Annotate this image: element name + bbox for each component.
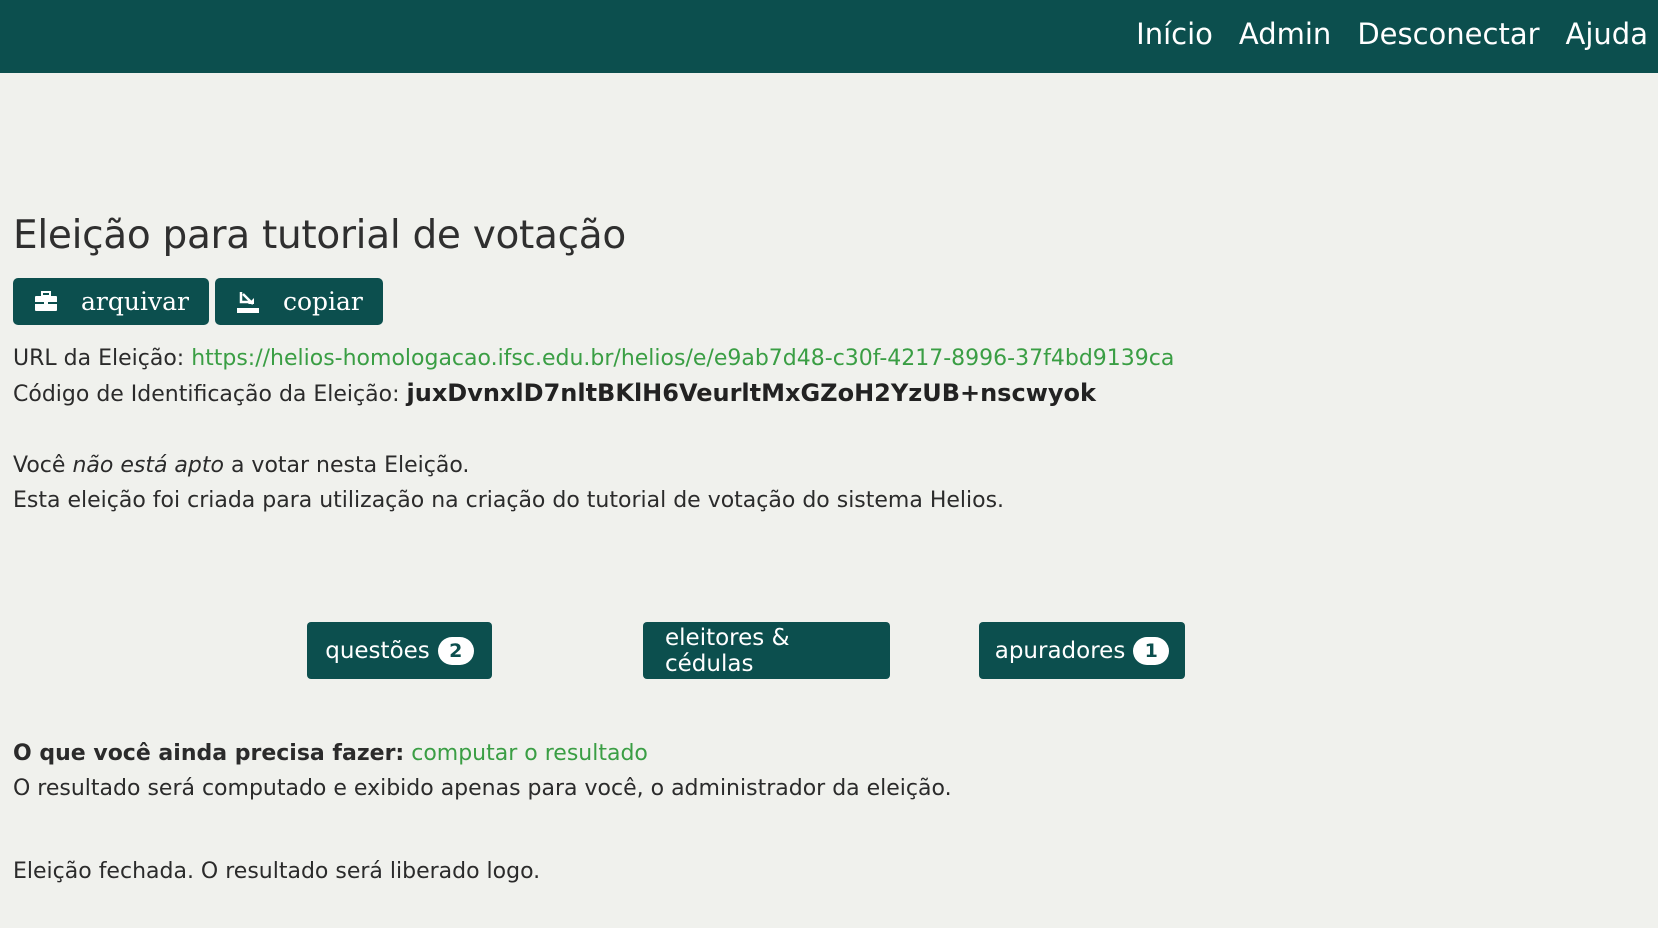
questions-label: questões <box>325 637 430 664</box>
top-navbar: Início Admin Desconectar Ajuda <box>0 0 1658 73</box>
trustees-button[interactable]: apuradores 1 <box>979 622 1185 679</box>
trustees-count-badge: 1 <box>1133 636 1170 665</box>
eligibility-prefix: Você <box>13 453 73 478</box>
todo-note: O resultado será computado e exibido ape… <box>13 776 952 801</box>
briefcase-icon <box>33 289 59 315</box>
todo-label: O que você ainda precisa fazer: <box>13 741 405 766</box>
nav-desconectar[interactable]: Desconectar <box>1357 17 1539 57</box>
election-status: Eleição fechada. O resultado será libera… <box>13 859 541 884</box>
copy-button[interactable]: copiar <box>214 278 383 325</box>
section-buttons: questões 2 eleitores & cédulas apuradore… <box>13 622 1645 680</box>
todo-line: O que você ainda precisa fazer: computar… <box>13 736 1645 771</box>
trustees-label: apuradores <box>994 637 1126 664</box>
election-url-line: URL da Eleição: https://helios-homologac… <box>13 341 1645 376</box>
election-id-code: juxDvnxlD7nltBKlH6VeurltMxGZoH2YzUB+nscw… <box>406 379 1096 407</box>
page-title: Eleição para tutorial de votação <box>13 213 626 258</box>
nav-admin[interactable]: Admin <box>1239 17 1331 57</box>
main-content: Eleição para tutorial de votação arquiva… <box>0 213 1658 889</box>
election-info: Você não está apto a votar nesta Eleição… <box>13 448 1645 518</box>
archive-label: arquivar <box>81 287 189 316</box>
election-description: Esta eleição foi criada para utilização … <box>13 488 1005 513</box>
nav-inicio[interactable]: Início <box>1136 17 1213 57</box>
election-toolbar: arquivar copiar <box>13 278 1645 325</box>
election-url-link[interactable]: https://helios-homologacao.ifsc.edu.br/h… <box>191 346 1174 371</box>
questions-button[interactable]: questões 2 <box>307 622 492 679</box>
id-label: Código de Identificação da Eleição: <box>13 382 400 407</box>
nav-ajuda[interactable]: Ajuda <box>1566 17 1648 57</box>
eligibility-emphasis: não está apto <box>72 453 224 478</box>
url-label: URL da Eleição: <box>13 346 185 371</box>
todo-block: O que você ainda precisa fazer: computar… <box>13 736 1645 806</box>
copy-label: copiar <box>282 287 363 316</box>
eligibility-text: Você não está apto a votar nesta Eleição… <box>13 448 1645 483</box>
voters-ballots-button[interactable]: eleitores & cédulas <box>643 622 890 679</box>
voters-label: eleitores & cédulas <box>665 624 790 677</box>
eligibility-suffix: a votar nesta Eleição. <box>223 453 470 478</box>
compute-result-link[interactable]: computar o resultado <box>411 741 648 766</box>
questions-count-badge: 2 <box>437 636 474 665</box>
election-id-line: Código de Identificação da Eleição: juxD… <box>13 376 1645 412</box>
export-icon <box>235 289 261 315</box>
archive-button[interactable]: arquivar <box>13 278 209 325</box>
